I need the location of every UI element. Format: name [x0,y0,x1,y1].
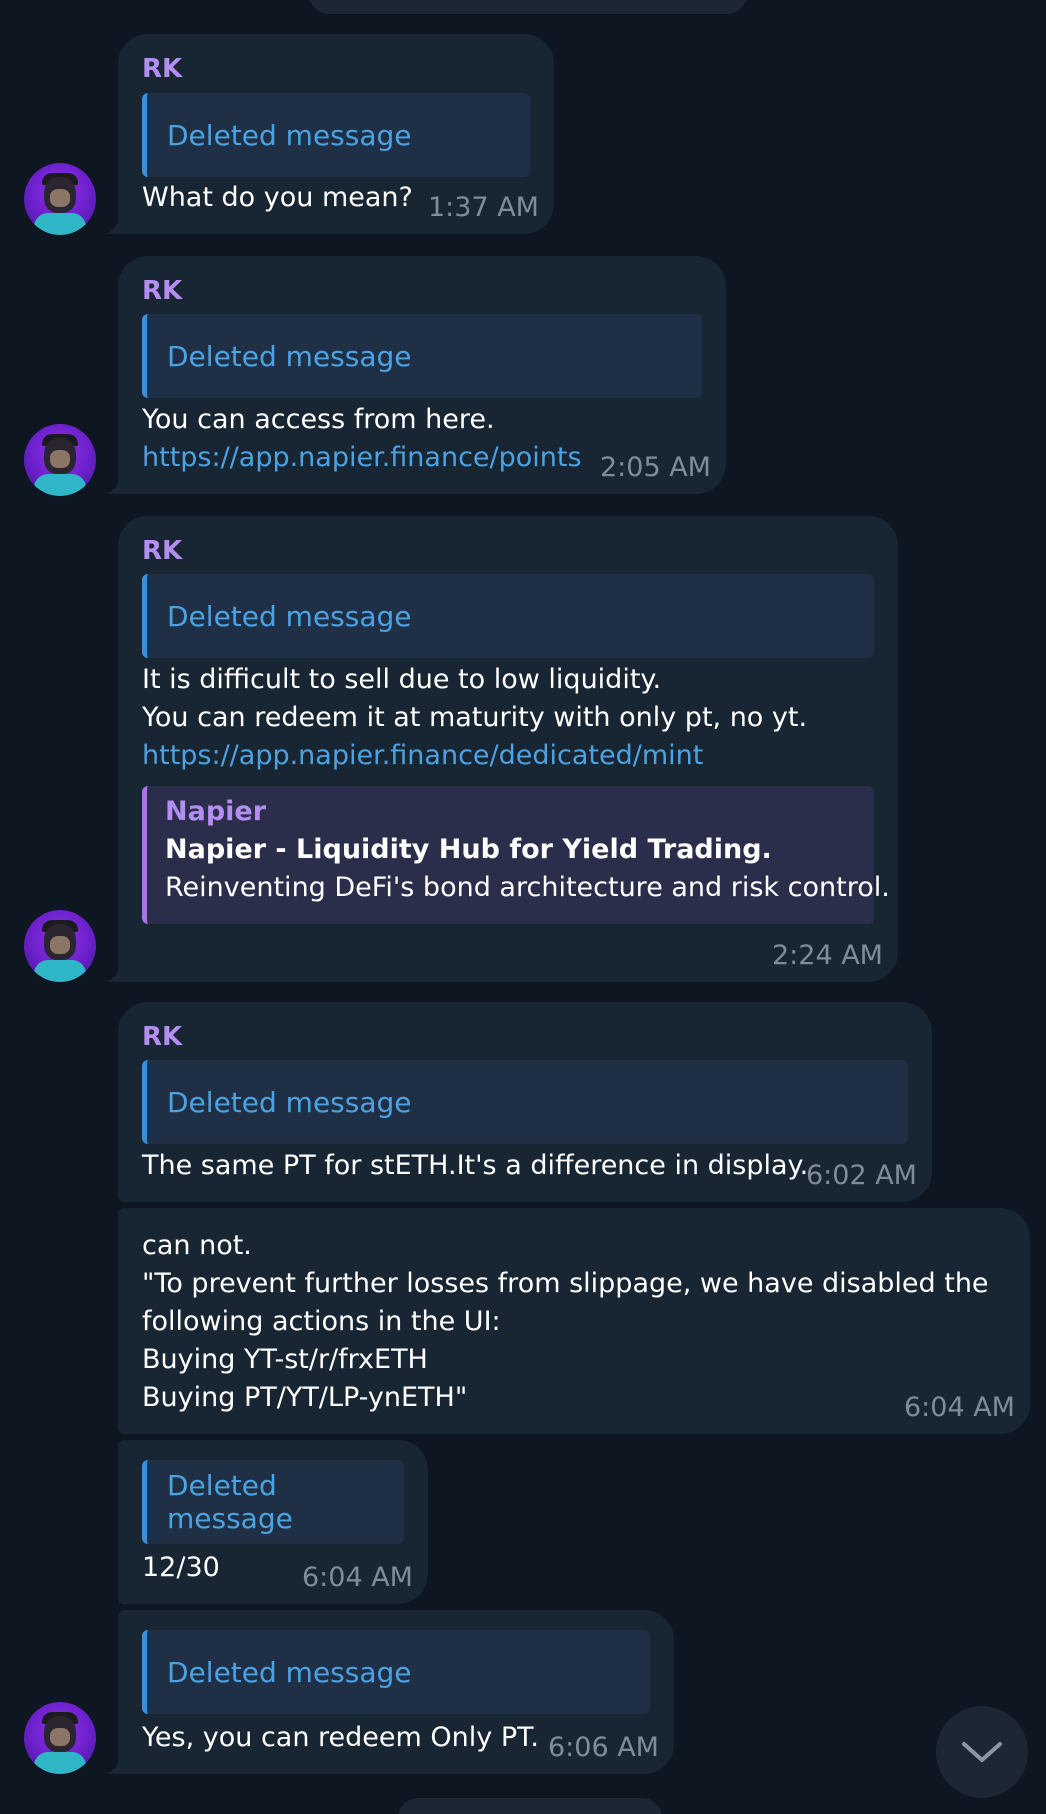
message-text: You can access from here. [142,404,495,435]
sender-name[interactable]: RK [142,536,182,566]
message-link[interactable]: https://app.napier.finance/dedicated/min… [142,740,703,771]
message-text: can not. [142,1230,252,1261]
avatar[interactable] [24,1702,96,1774]
message-text: It is difficult to sell due to low liqui… [142,664,662,695]
link-preview[interactable]: Napier Napier - Liquidity Hub for Yield … [142,786,890,924]
avatar[interactable] [24,910,96,982]
message-time: 2:24 AM [772,940,883,971]
message-link[interactable]: https://app.napier.finance/points [142,442,582,473]
message-bubble[interactable]: RK Deleted message You can access from h… [118,256,726,494]
message-text: Yes, you can redeem Only PT. [142,1722,539,1753]
reply-text: Deleted message [167,118,412,152]
message-text: Buying YT-st/r/frxETH [142,1344,428,1375]
message-text: 12/30 [142,1552,220,1583]
message-time: 6:04 AM [302,1562,413,1593]
message-bubble[interactable]: RK Deleted message It is difficult to se… [118,516,898,982]
preview-description: Reinventing DeFi's bond architecture and… [165,872,890,903]
message-bubble[interactable]: Deleted message 12/30 6:04 AM [118,1440,428,1604]
message-bubble[interactable]: Deleted message Yes, you can redeem Only… [118,1610,674,1774]
message-time: 2:05 AM [600,452,711,483]
date-pill-bottom [398,1798,662,1814]
message-bubble[interactable]: can not. "To prevent further losses from… [118,1208,1030,1434]
sender-name[interactable]: RK [142,1022,182,1052]
reply-text: Deleted message [167,1469,293,1535]
reply-quote[interactable]: Deleted message [142,1630,650,1714]
preview-site-name: Napier [165,796,267,827]
avatar[interactable] [24,424,96,496]
message-time: 6:06 AM [548,1732,659,1763]
reply-quote[interactable]: Deleted message [142,93,530,177]
message-text: Buying PT/YT/LP-ynETH" [142,1382,468,1413]
sender-name[interactable]: RK [142,276,182,306]
reply-text: Deleted message [167,1655,412,1689]
date-pill-top [308,0,748,14]
message-time: 1:37 AM [428,192,539,223]
message-time: 6:02 AM [806,1160,917,1191]
message-text: You can redeem it at maturity with only … [142,702,808,733]
message-time: 6:04 AM [904,1392,1015,1423]
sender-name[interactable]: RK [142,54,182,84]
message-bubble[interactable]: RK Deleted message What do you mean? 1:3… [118,34,554,234]
message-bubble[interactable]: RK Deleted message The same PT for stETH… [118,1002,932,1202]
reply-quote[interactable]: Deleted message [142,1060,908,1144]
message-text: The same PT for stETH.It's a difference … [142,1150,809,1181]
reply-quote[interactable]: Deleted message [142,574,874,658]
avatar[interactable] [24,163,96,235]
preview-title: Napier - Liquidity Hub for Yield Trading… [165,834,772,865]
reply-text: Deleted message [167,599,412,633]
reply-text: Deleted message [167,339,412,373]
chevron-down-icon [962,1742,1002,1762]
reply-quote[interactable]: Deleted message [142,1460,404,1544]
reply-quote[interactable]: Deleted message [142,314,702,398]
scroll-down-button[interactable] [936,1706,1028,1798]
message-text: What do you mean? [142,182,413,213]
message-text: "To prevent further losses from slippage… [142,1268,989,1299]
message-text: following actions in the UI: [142,1306,501,1337]
reply-text: Deleted message [167,1085,412,1119]
